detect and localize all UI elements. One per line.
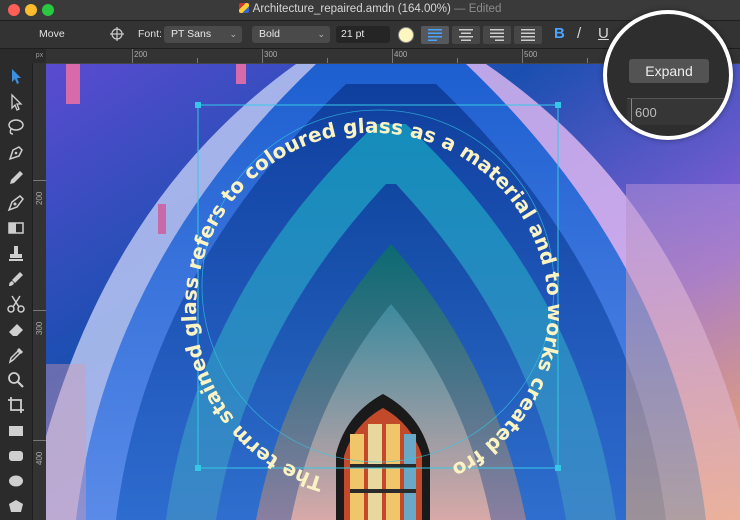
font-size-value: 21 pt xyxy=(341,28,365,40)
font-size-field[interactable]: 21 pt xyxy=(336,26,390,43)
title-bar: Architecture_repaired.amdn (164.00%) — E… xyxy=(0,0,740,21)
move-tool-icon[interactable] xyxy=(5,65,27,87)
align-left-button[interactable] xyxy=(421,26,449,44)
text-color-swatch[interactable] xyxy=(398,27,414,43)
ellipse-icon[interactable] xyxy=(5,470,27,492)
ruler-label: 400 xyxy=(394,50,408,59)
ruler-label: 300 xyxy=(264,50,278,59)
underline-button[interactable]: U xyxy=(598,25,609,42)
font-family-dropdown[interactable]: PT Sans ⌄ xyxy=(164,26,242,43)
eyedropper-icon[interactable] xyxy=(5,344,27,366)
brush-tool-icon[interactable] xyxy=(5,268,27,290)
lasso-tool-icon[interactable] xyxy=(5,116,27,138)
document-canvas[interactable]: The term stained glass refers to coloure… xyxy=(46,64,740,520)
align-right-button[interactable] xyxy=(483,26,511,44)
crop-icon[interactable] xyxy=(5,394,27,416)
document-icon xyxy=(238,3,249,13)
pen-tool-icon[interactable] xyxy=(5,142,27,164)
scissors-icon[interactable] xyxy=(5,293,27,315)
stamp-tool-icon[interactable] xyxy=(5,243,27,265)
zoom-icon[interactable] xyxy=(5,369,27,391)
edited-status: — Edited xyxy=(454,3,502,15)
ruler-label: 200 xyxy=(35,191,44,205)
font-family-value: PT Sans xyxy=(171,28,212,40)
rounded-rectangle-icon[interactable] xyxy=(5,445,27,467)
align-center-button[interactable] xyxy=(452,26,480,44)
align-right-icon xyxy=(490,29,504,41)
document-name: Architecture_repaired.amdn (164.00%) xyxy=(252,3,451,15)
bold-button[interactable]: B xyxy=(554,25,565,42)
tools-panel xyxy=(0,63,33,520)
zoom-callout: Expand 600 xyxy=(603,10,733,140)
ruler-label: 500 xyxy=(524,50,538,59)
justify-button[interactable] xyxy=(514,26,542,44)
align-center-icon xyxy=(459,29,473,41)
window-title: Architecture_repaired.amdn (164.00%) — E… xyxy=(0,3,740,15)
stained-glass-artwork: The term stained glass refers to coloure… xyxy=(46,64,740,520)
rectangle-icon[interactable] xyxy=(5,420,27,442)
node-tool-icon[interactable] xyxy=(5,91,27,113)
vertical-ruler[interactable]: 200 300 400 xyxy=(33,63,47,520)
chevron-down-icon: ⌄ xyxy=(317,29,325,39)
ruler-zoom: 600 xyxy=(627,98,729,125)
gradient-tool-icon[interactable] xyxy=(5,217,27,239)
font-style-value: Bold xyxy=(259,28,281,40)
ruler-label: 200 xyxy=(134,50,148,59)
pencil-tool-icon[interactable] xyxy=(5,167,27,189)
font-label: Font: xyxy=(138,28,162,40)
ruler-label: 300 xyxy=(35,321,44,335)
justify-icon xyxy=(521,29,535,41)
expand-button[interactable]: Expand xyxy=(629,59,709,83)
ruler-unit: px xyxy=(33,49,46,63)
italic-button[interactable]: / xyxy=(577,25,581,42)
font-style-dropdown[interactable]: Bold ⌄ xyxy=(252,26,330,43)
vector-brush-icon[interactable] xyxy=(5,192,27,214)
ruler-label: 400 xyxy=(35,451,44,465)
crosshair-icon[interactable] xyxy=(110,27,124,41)
current-tool-label: Move xyxy=(39,28,65,40)
chevron-down-icon: ⌄ xyxy=(229,29,237,39)
eraser-icon[interactable] xyxy=(5,318,27,340)
ruler-zoom-value: 600 xyxy=(635,105,657,120)
polygon-icon[interactable] xyxy=(5,495,27,517)
align-left-icon xyxy=(428,29,442,41)
